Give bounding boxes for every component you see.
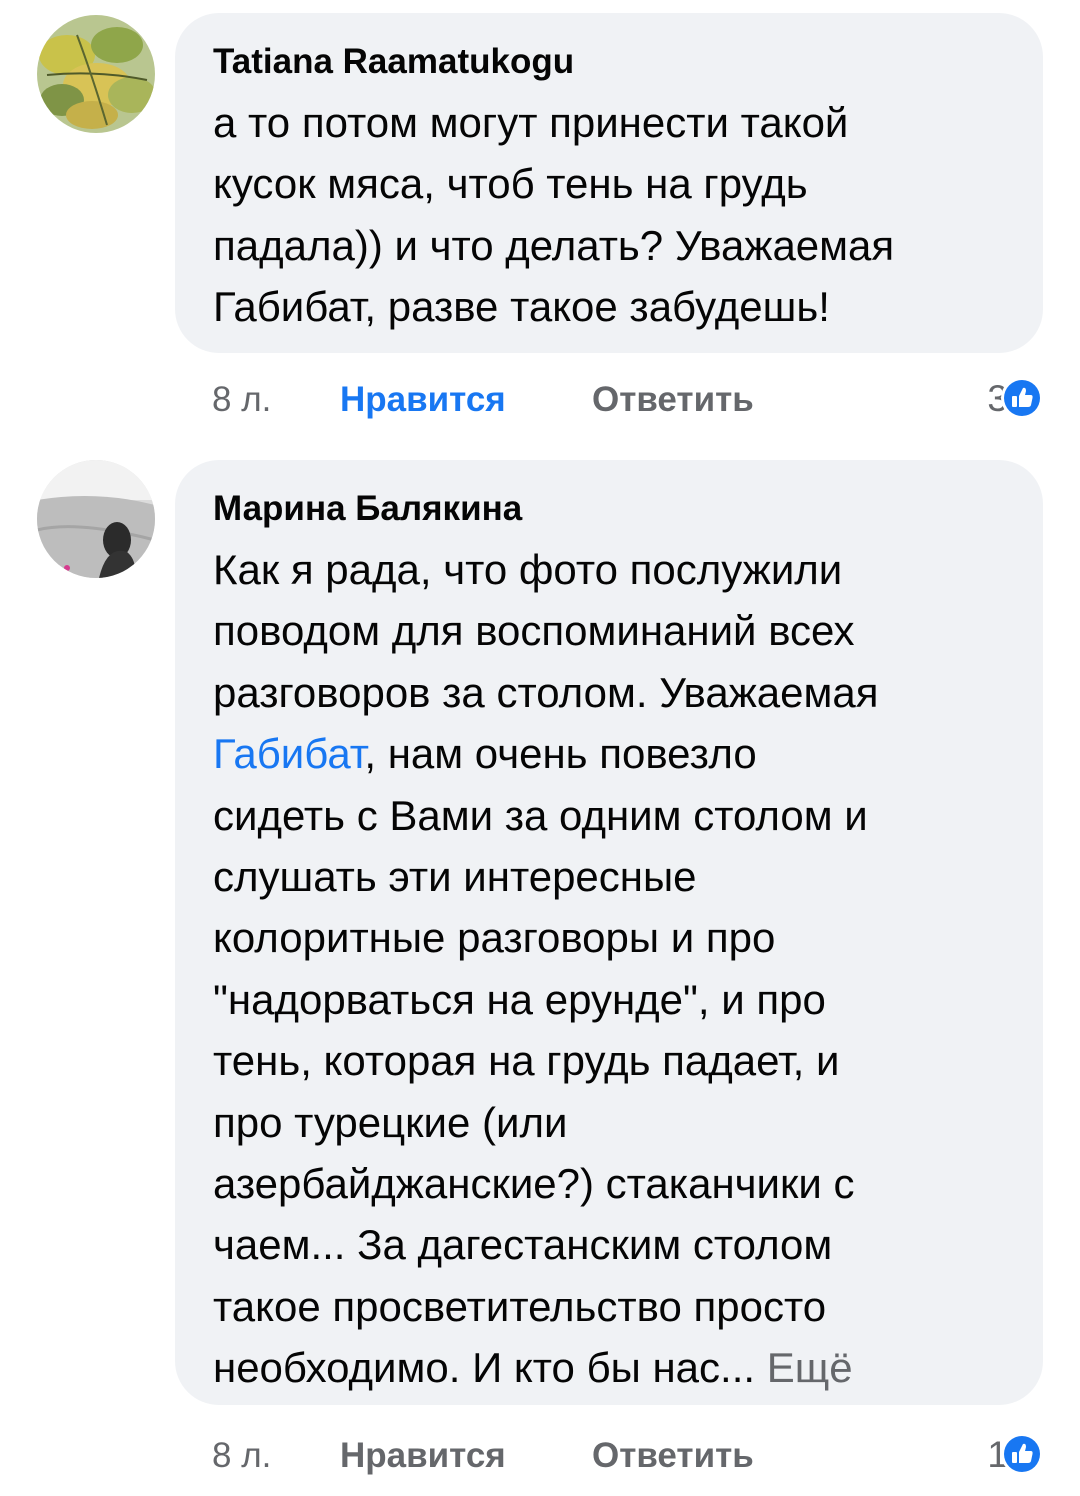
comment-text-line: поводом для воспоминаний всех [213,607,855,655]
mention-link[interactable]: Габибат [213,730,364,777]
reply-button[interactable]: Ответить [592,1436,754,1476]
comment-text-line: слушать эти интересные [213,853,697,901]
like-reaction-icon[interactable] [1000,1432,1044,1476]
like-reaction-icon[interactable] [1000,376,1044,420]
see-more-link[interactable]: Ещё [767,1344,853,1391]
comment-text-line: колоритные разговоры и про [213,914,776,962]
like-button[interactable]: Нравится [340,1436,506,1476]
comment-bubble: Tatiana Raamatukogu а то потом могут при… [175,13,1043,353]
comment-bubble: Марина Балякина Как я рада, что фото пос… [175,460,1043,1405]
comment-author[interactable]: Tatiana Raamatukogu [213,41,1005,83]
reply-button[interactable]: Ответить [592,380,754,420]
comment-text-line: кусок мяса, чтоб тень на грудь [213,160,808,208]
comment-author[interactable]: Марина Балякина [213,488,1005,530]
comment-text-line: необходимо. И кто бы нас... Ещё [213,1337,1005,1398]
comment-text-line: чаем... За дагестанским столом [213,1221,833,1269]
comment-timestamp[interactable]: 8 л. [212,1436,271,1476]
comment-text-line: "надорваться на ерунде", и про [213,975,826,1023]
comment-text-line: а то потом могут принести такой [213,99,849,146]
comment-text-line: разговоров за столом. Уважаемая [213,668,879,716]
comment-text-line: сидеть с Вами за одним столом и [213,791,868,839]
comment-text-line: тень, которая на грудь падает, и [213,1037,840,1085]
comment-text-line: падала)) и что делать? Уважаемая [213,221,895,269]
comment-text-line: про турецкие (или [213,1098,568,1146]
avatar-leaves-image [37,15,155,133]
comment-text-line: Габибат, нам очень повезло [213,723,1005,784]
avatar-marina[interactable] [37,460,155,578]
comment-actions: 8 л. Нравится Ответить 3 [0,372,1080,432]
comment-text-line: Габибат, разве такое забудешь! [213,283,830,331]
mention-tail-text: , нам очень повезло [364,730,757,778]
avatar-tatiana[interactable] [37,15,155,133]
last-line-text: необходимо. И кто бы нас... [213,1344,756,1392]
comment-text-line: Как я рада, что фото послужили [213,546,843,593]
comment-timestamp[interactable]: 8 л. [212,380,271,420]
avatar-beach-image [37,460,155,578]
comment-text-line: азербайджанские?) стаканчики с [213,1160,855,1208]
comment-text-line: такое просветительство просто [213,1282,827,1330]
like-button[interactable]: Нравится [340,380,506,420]
comment-actions: 8 л. Нравится Ответить 1 [0,1428,1080,1488]
